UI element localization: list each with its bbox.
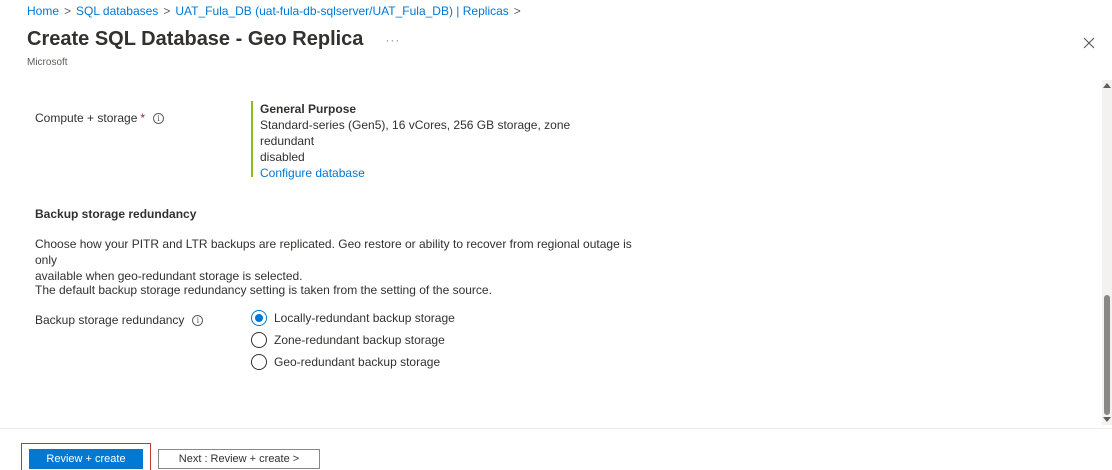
page-subtitle: Microsoft <box>27 57 68 68</box>
breadcrumb-sql-databases[interactable]: SQL databases <box>76 4 158 18</box>
compute-description: Standard-series (Gen5), 16 vCores, 256 G… <box>260 118 571 148</box>
compute-storage-summary: General Purpose Standard-series (Gen5), … <box>251 101 611 180</box>
compute-storage-label-text: Compute + storage <box>35 111 138 125</box>
breadcrumb-home[interactable]: Home <box>27 4 59 18</box>
radio-locally-redundant[interactable]: Locally-redundant backup storage <box>251 310 455 326</box>
radio-zone-redundant[interactable]: Zone-redundant backup storage <box>251 332 455 348</box>
close-icon[interactable] <box>1082 36 1096 50</box>
form-content: Compute + storage * i General Purpose Stan… <box>0 80 1102 425</box>
scroll-up-arrow-icon[interactable] <box>1103 83 1111 88</box>
breadcrumb-separator: > <box>513 4 521 18</box>
page-title: Create SQL Database - Geo Replica <box>27 28 364 50</box>
radio-geo-redundant[interactable]: Geo-redundant backup storage <box>251 354 455 370</box>
title-row: Create SQL Database - Geo Replica ··· <box>27 28 400 51</box>
vertical-scrollbar[interactable] <box>1102 80 1112 425</box>
more-options-icon[interactable]: ··· <box>385 33 400 47</box>
breadcrumb-separator: > <box>64 4 72 18</box>
scroll-down-arrow-icon[interactable] <box>1103 417 1111 422</box>
info-icon[interactable]: i <box>192 315 204 326</box>
backup-redundancy-label-text: Backup storage redundancy <box>35 313 185 327</box>
backup-redundancy-radio-group: Locally-redundant backup storage Zone-re… <box>251 310 455 376</box>
service-tier: General Purpose <box>260 102 357 116</box>
backup-description-line: Choose how your PITR and LTR backups are… <box>35 237 632 267</box>
required-marker: * <box>140 111 146 125</box>
compute-description-cont: disabled <box>260 150 305 164</box>
scrollbar-thumb[interactable] <box>1104 295 1110 415</box>
breadcrumb: Home > SQL databases > UAT_Fula_DB (uat-fula… <box>27 4 526 18</box>
info-icon[interactable]: i <box>153 113 165 124</box>
backup-redundancy-label: Backup storage redundancy i <box>35 313 204 327</box>
radio-label: Geo-redundant backup storage <box>274 355 441 369</box>
radio-label: Zone-redundant backup storage <box>274 333 445 347</box>
radio-button[interactable] <box>251 332 267 348</box>
radio-label: Locally-redundant backup storage <box>274 311 455 325</box>
next-review-create-button[interactable]: Next : Review + create > <box>158 449 320 469</box>
radio-button[interactable] <box>251 354 267 370</box>
review-create-button[interactable]: Review + create <box>29 449 143 469</box>
compute-storage-label: Compute + storage * i <box>35 111 165 125</box>
radio-button[interactable] <box>251 310 267 326</box>
backup-section-heading: Backup storage redundancy <box>35 207 197 221</box>
backup-default-note: The default backup storage redundancy se… <box>35 283 492 297</box>
backup-description: Choose how your PITR and LTR backups are… <box>35 236 635 284</box>
configure-database-link[interactable]: Configure database <box>260 165 611 181</box>
breadcrumb-separator: > <box>163 4 171 18</box>
breadcrumb-replicas[interactable]: UAT_Fula_DB (uat-fula-db-sqlserver/UAT_F… <box>175 4 508 18</box>
footer-action-bar: Review + create Next : Review + create > <box>0 428 1112 470</box>
